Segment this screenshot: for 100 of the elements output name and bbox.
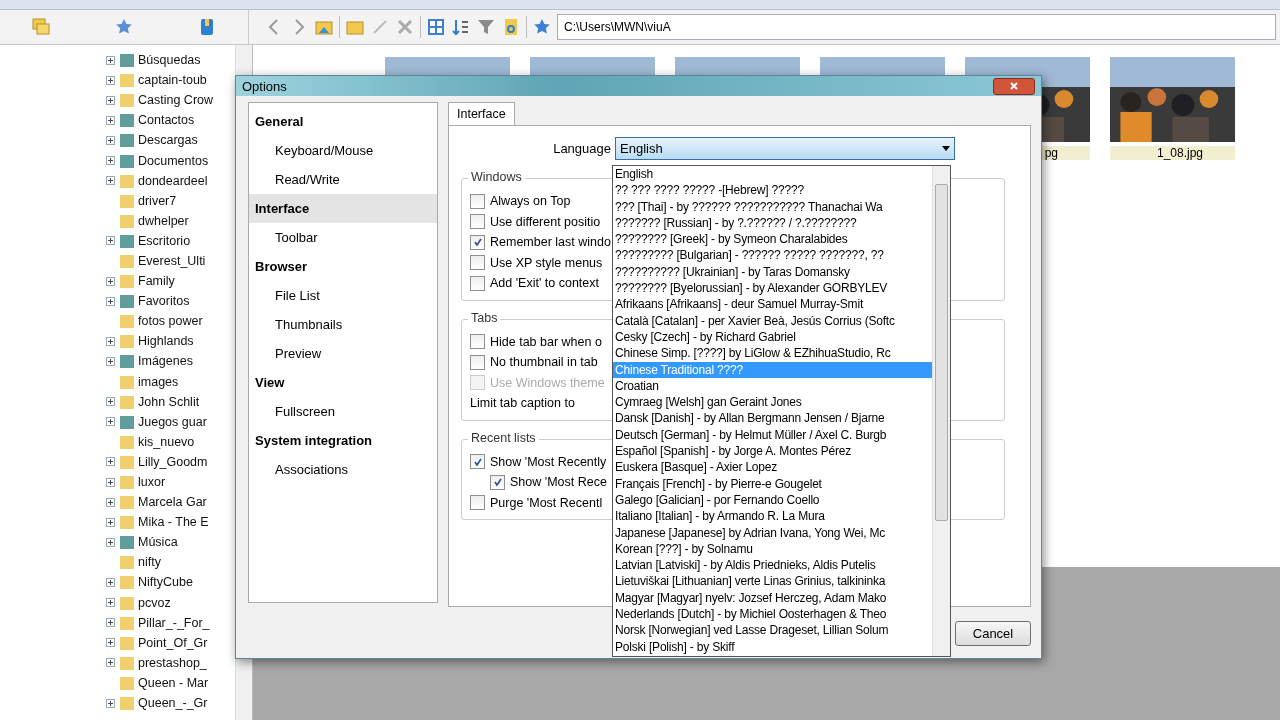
checkbox-label[interactable]: Show 'Most Recently	[490, 454, 607, 469]
filter-icon[interactable]	[476, 17, 496, 37]
folder-item[interactable]: Búsquedas	[138, 53, 201, 68]
checkbox[interactable]	[470, 255, 485, 271]
folder-item[interactable]: Queen - Mar	[138, 675, 209, 690]
language-option[interactable]: Croatian	[613, 377, 932, 395]
category-item[interactable]: Associations	[249, 455, 437, 484]
interface-tab[interactable]: Interface	[448, 102, 515, 125]
language-option[interactable]: Italiano [Italian] - by Armando R. La Mura	[613, 508, 932, 525]
checkbox-label[interactable]: No thumbnail in tab	[490, 355, 598, 370]
expand-icon[interactable]	[106, 497, 115, 507]
expand-icon[interactable]	[106, 457, 115, 467]
expand-icon[interactable]	[106, 356, 115, 366]
expand-icon[interactable]	[106, 537, 115, 547]
language-option[interactable]: ??????? [Russian] - by ?.?????? / ?.????????	[613, 214, 932, 232]
folder-item[interactable]: fotos power	[138, 314, 203, 329]
folder-item[interactable]: Point_Of_Gr	[138, 635, 208, 650]
expand-icon[interactable]	[106, 517, 115, 527]
category-item[interactable]: View	[249, 368, 437, 397]
category-item[interactable]: File List	[249, 281, 437, 310]
language-option[interactable]: ?? ??? ???? ????? -[Hebrew] ?????	[613, 182, 932, 199]
category-item[interactable]: Preview	[249, 339, 437, 368]
folder-item[interactable]: Pillar_-_For_	[138, 615, 210, 630]
expand-icon[interactable]	[106, 236, 115, 246]
language-option[interactable]: Euskera [Basque] - Axier Lopez	[613, 459, 932, 476]
category-item[interactable]: General	[249, 107, 437, 136]
folder-item[interactable]: prestashop_	[138, 655, 207, 670]
checkbox-label[interactable]: Always on Top	[490, 194, 571, 209]
folder-item[interactable]: Mika - The E	[138, 515, 209, 530]
category-item[interactable]: Keyboard/Mouse	[249, 136, 437, 165]
folder-item[interactable]: Everest_Ulti	[138, 254, 206, 268]
category-item[interactable]: Thumbnails	[249, 310, 437, 339]
caret-icon[interactable]	[942, 145, 950, 151]
checkbox-label[interactable]: Use different positio	[490, 214, 601, 229]
folder-item[interactable]: Música	[138, 535, 178, 550]
category-item[interactable]: System integration	[249, 426, 437, 455]
language-option[interactable]: Chinese Simp. [????] by LiGlow & EZhihuaStudio, Rc	[613, 345, 932, 362]
expand-icon[interactable]	[106, 296, 115, 306]
folder-item[interactable]: Imágenes	[138, 354, 193, 369]
category-item[interactable]: Browser	[249, 252, 437, 281]
scroll-thumb[interactable]	[935, 184, 948, 521]
expand-icon[interactable]	[106, 75, 115, 85]
language-option[interactable]: Polski [Polish] - by Skiff	[613, 638, 932, 655]
expand-icon[interactable]	[106, 336, 115, 346]
language-option[interactable]: Cesky [Czech] - by Richard Gabriel	[613, 328, 932, 346]
checkbox-label[interactable]: Add 'Exit' to context	[490, 276, 599, 291]
folder-item[interactable]: Escritorio	[138, 233, 191, 248]
folder-item[interactable]: dwhelper	[138, 213, 189, 228]
expand-icon[interactable]	[106, 618, 115, 628]
language-option[interactable]: Español [Spanish] - by Jorge A. Montes Pérez	[613, 443, 932, 460]
language-option[interactable]: Galego [Galician] - por Fernando Coello	[613, 491, 932, 509]
language-option[interactable]: Magyar [Magyar] nyelv: Jozsef Herczeg, Adam Mako	[613, 589, 932, 606]
path-field[interactable]: C:\Users\MWN\viuA	[557, 14, 1276, 40]
folder-item[interactable]: pcvoz	[138, 595, 171, 610]
expand-icon[interactable]	[106, 698, 115, 708]
expand-icon[interactable]	[106, 115, 115, 125]
expand-icon[interactable]	[106, 417, 115, 427]
folder-item[interactable]: kis_nuevo	[138, 434, 195, 449]
folder-item[interactable]: Documentos	[138, 153, 209, 168]
language-option[interactable]: Français [French] - by Pierre-e Gougelet	[613, 475, 932, 492]
language-option[interactable]: ???????? [Byelorussian] - by Alexander GORBYLEV	[613, 280, 932, 297]
folder-item[interactable]: Juegos guar	[138, 414, 207, 429]
folder-item[interactable]: Casting Crow	[138, 93, 214, 108]
checkbox-label[interactable]: Purge 'Most Recentl	[490, 495, 603, 510]
language-option[interactable]: Cymraeg [Welsh] gan Geraint Jones	[613, 394, 932, 411]
checkbox-label[interactable]: Use XP style menus	[490, 255, 603, 270]
language-option[interactable]: Japanese [Japanese] by Adrian Ivana, Yong Wei, Mc	[613, 524, 932, 541]
close-icon[interactable]	[1009, 81, 1019, 91]
language-option[interactable]: Afrikaans [Afrikaans] - deur Samuel Murray-Smit	[613, 296, 932, 313]
checkbox-label[interactable]: Show 'Most Rece	[510, 475, 607, 490]
expand-icon[interactable]	[106, 135, 115, 145]
folder-item[interactable]: Family	[138, 274, 175, 289]
category-item[interactable]: Fullscreen	[249, 397, 437, 426]
expand-icon[interactable]	[106, 95, 115, 105]
checkbox-label[interactable]: Remember last windo	[490, 235, 611, 250]
checkbox[interactable]	[470, 495, 485, 511]
expand-icon[interactable]	[106, 156, 115, 165]
expand-icon[interactable]	[106, 477, 115, 487]
expand-icon[interactable]	[106, 276, 115, 286]
language-option[interactable]: Latvian [Latviski] - by Aldis Priednieks, Aldis Putelis	[613, 557, 932, 574]
checkbox[interactable]	[470, 275, 485, 291]
language-option[interactable]: Nederlands [Dutch] - by Michiel Oosterhagen & Theo	[613, 606, 932, 623]
category-item[interactable]: Read/Write	[249, 165, 437, 194]
expand-icon[interactable]	[106, 578, 115, 587]
folder-item[interactable]: Lilly_Goodm	[138, 454, 208, 469]
cancel-button[interactable]: Cancel	[955, 621, 1031, 646]
scrollbar[interactable]	[932, 166, 950, 656]
expand-icon[interactable]	[106, 598, 115, 608]
folder-item[interactable]: Highlands	[138, 334, 194, 349]
language-option[interactable]: ??? [Thai] - by ?????? ??????????? Thanachai Wa	[613, 198, 932, 215]
language-option[interactable]: ?????????? [Ukrainian] - by Taras Domansky	[613, 263, 932, 281]
language-option[interactable]: ???????? [Greek] - by Symeon Charalabides	[613, 231, 932, 248]
folder-item[interactable]: Descargas	[138, 133, 198, 148]
grid-view-icon[interactable]	[426, 17, 446, 37]
language-option[interactable]: Norsk [Norwegian] ved Lasse Drageset, Lillian Solum	[613, 622, 932, 639]
checkbox-label[interactable]: Hide tab bar when o	[490, 334, 602, 349]
expand-icon[interactable]	[106, 176, 115, 186]
folder-item[interactable]: driver7	[138, 193, 177, 208]
language-dropdown[interactable]: English	[615, 136, 955, 160]
language-option[interactable]: Dansk [Danish] - by Allan Bergmann Jensen / Bjarne	[613, 410, 932, 427]
